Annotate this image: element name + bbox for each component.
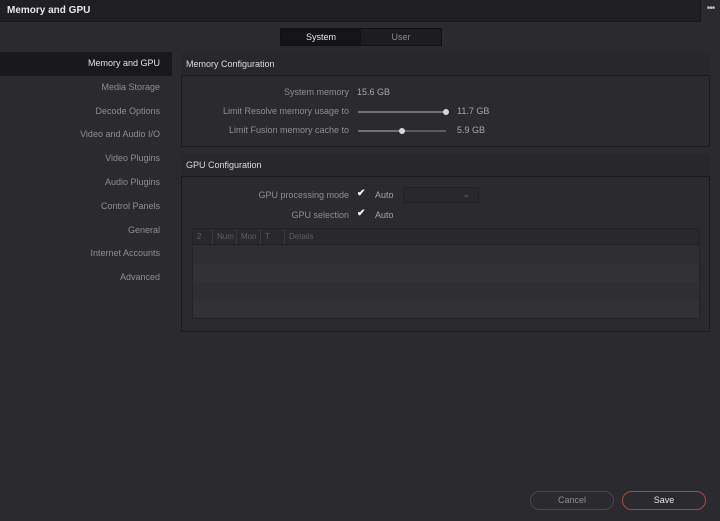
more-dots-icon[interactable]: ••• bbox=[700, 0, 720, 22]
gpu-list-table[interactable]: 2 Num Mon T Details bbox=[192, 228, 700, 319]
system-memory-value: 15.6 GB bbox=[357, 87, 391, 97]
memory-configuration-heading: Memory Configuration bbox=[181, 53, 710, 75]
sidebar-item-general[interactable]: General bbox=[0, 219, 172, 243]
table-row[interactable] bbox=[193, 264, 699, 282]
sidebar: Memory and GPU Media Storage Decode Opti… bbox=[0, 52, 172, 290]
table-row[interactable] bbox=[193, 246, 699, 264]
limit-fusion-label: Limit Fusion memory cache to bbox=[228, 125, 349, 135]
sidebar-item-internet-accounts[interactable]: Internet Accounts bbox=[0, 242, 172, 266]
gpu-processing-mode-dropdown[interactable]: ⌄ bbox=[403, 187, 479, 203]
sidebar-item-media-storage[interactable]: Media Storage bbox=[0, 76, 172, 100]
gpu-col-num: Num bbox=[213, 229, 237, 244]
sidebar-item-advanced[interactable]: Advanced bbox=[0, 266, 172, 290]
gpu-table-header: 2 Num Mon T Details bbox=[193, 229, 699, 245]
limit-resolve-label: Limit Resolve memory usage to bbox=[222, 106, 349, 116]
gpu-selection-label: GPU selection bbox=[291, 210, 349, 220]
gpu-col-mon: Mon bbox=[237, 229, 261, 244]
table-row[interactable] bbox=[193, 300, 699, 318]
limit-fusion-value: 5.9 GB bbox=[457, 125, 486, 135]
table-row[interactable] bbox=[193, 282, 699, 300]
sidebar-item-memory-and-gpu[interactable]: Memory and GPU bbox=[0, 52, 172, 76]
sidebar-item-video-and-audio-io[interactable]: Video and Audio I/O bbox=[0, 123, 172, 147]
limit-fusion-slider[interactable] bbox=[358, 128, 446, 134]
gpu-processing-mode-auto-label: Auto bbox=[375, 190, 394, 200]
window-title: Memory and GPU bbox=[7, 5, 91, 16]
limit-resolve-slider[interactable] bbox=[358, 109, 449, 115]
gpu-processing-mode-label: GPU processing mode bbox=[258, 190, 349, 200]
scope-tabs: System User bbox=[280, 28, 442, 46]
gpu-col-index: 2 bbox=[193, 229, 213, 244]
limit-resolve-value: 11.7 GB bbox=[457, 106, 490, 116]
gpu-col-details: Details bbox=[289, 232, 314, 241]
gpu-selection-auto-label: Auto bbox=[375, 210, 394, 220]
gpu-processing-mode-checkbox[interactable]: ✔ bbox=[357, 188, 365, 199]
gpu-col-type: T bbox=[261, 229, 285, 244]
tab-system[interactable]: System bbox=[281, 29, 361, 45]
save-button[interactable]: Save bbox=[622, 491, 706, 510]
title-bar: Memory and GPU ••• bbox=[0, 0, 720, 22]
gpu-selection-checkbox[interactable]: ✔ bbox=[357, 208, 365, 219]
limit-resolve-slider-fill bbox=[358, 111, 446, 113]
tab-user[interactable]: User bbox=[361, 29, 441, 45]
limit-fusion-slider-fill bbox=[358, 130, 402, 132]
sidebar-item-video-plugins[interactable]: Video Plugins bbox=[0, 147, 172, 171]
cancel-button[interactable]: Cancel bbox=[530, 491, 614, 510]
system-memory-label: System memory bbox=[283, 87, 349, 97]
sidebar-item-control-panels[interactable]: Control Panels bbox=[0, 195, 172, 219]
sidebar-item-decode-options[interactable]: Decode Options bbox=[0, 100, 172, 124]
gpu-configuration-heading: GPU Configuration bbox=[181, 154, 710, 176]
sidebar-item-audio-plugins[interactable]: Audio Plugins bbox=[0, 171, 172, 195]
limit-fusion-slider-thumb[interactable] bbox=[399, 128, 405, 134]
limit-resolve-slider-thumb[interactable] bbox=[443, 109, 449, 115]
chevron-down-icon: ⌄ bbox=[462, 189, 470, 199]
